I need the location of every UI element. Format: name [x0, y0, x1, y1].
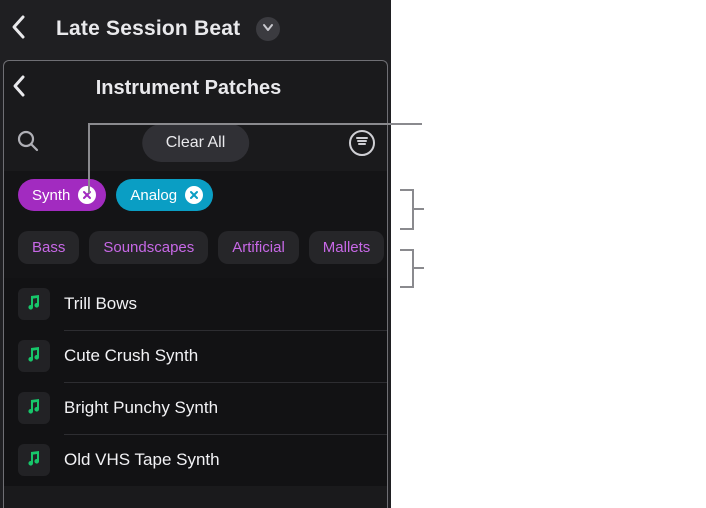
callout-line: [88, 123, 90, 193]
patch-name: Old VHS Tape Synth: [64, 450, 220, 470]
patch-browser-panel: Instrument Patches Clear All Synth Analo: [3, 60, 388, 508]
selected-filter-label: Analog: [130, 187, 177, 204]
selected-filter-chip[interactable]: Synth: [18, 179, 106, 211]
patch-thumb: [18, 392, 50, 424]
music-note-icon: [25, 397, 43, 420]
filter-options-button[interactable]: [349, 130, 375, 156]
selected-filters-row: Synth Analog: [4, 171, 387, 221]
music-note-icon: [25, 293, 43, 316]
music-note-icon: [25, 449, 43, 472]
patch-name: Bright Punchy Synth: [64, 398, 218, 418]
close-icon: [189, 187, 199, 204]
patch-row[interactable]: Cute Crush Synth: [4, 330, 387, 382]
patch-list: Trill Bows Cute Crush Synth Bright Punch…: [4, 278, 387, 486]
patch-row[interactable]: Bright Punchy Synth: [4, 382, 387, 434]
project-dropdown-button[interactable]: [256, 17, 280, 41]
patch-name: Trill Bows: [64, 294, 137, 314]
project-titlebar: Late Session Beat: [0, 0, 391, 58]
patch-row[interactable]: Old VHS Tape Synth: [4, 434, 387, 486]
suggested-filter-chip[interactable]: Artificial: [218, 231, 299, 264]
selected-filter-label: Synth: [32, 187, 70, 204]
suggested-filters-row: Bass Soundscapes Artificial Mallets Per: [4, 221, 387, 278]
patch-row[interactable]: Trill Bows: [4, 278, 387, 330]
callout-line: [88, 123, 422, 125]
callout-line: [414, 208, 424, 210]
search-icon[interactable]: [16, 129, 40, 158]
panel-title: Instrument Patches: [3, 77, 379, 100]
music-note-icon: [25, 345, 43, 368]
selected-filter-chip[interactable]: Analog: [116, 179, 213, 211]
patch-thumb: [18, 444, 50, 476]
patch-thumb: [18, 288, 50, 320]
back-icon[interactable]: [10, 13, 28, 46]
callout-line: [414, 267, 424, 269]
remove-filter-button[interactable]: [185, 186, 203, 204]
chevron-down-icon: [261, 20, 275, 39]
panel-header: Instrument Patches: [4, 61, 387, 115]
clear-all-button[interactable]: Clear All: [142, 124, 250, 162]
app-window: Late Session Beat Instrument Patches Cle…: [0, 0, 391, 508]
suggested-filter-chip[interactable]: Soundscapes: [89, 231, 208, 264]
suggested-filter-chip[interactable]: Bass: [18, 231, 79, 264]
suggested-filter-chip[interactable]: Mallets: [309, 231, 385, 264]
project-title: Late Session Beat: [56, 17, 240, 41]
patch-name: Cute Crush Synth: [64, 346, 198, 366]
patch-thumb: [18, 340, 50, 372]
filter-lines-icon: [355, 134, 369, 153]
